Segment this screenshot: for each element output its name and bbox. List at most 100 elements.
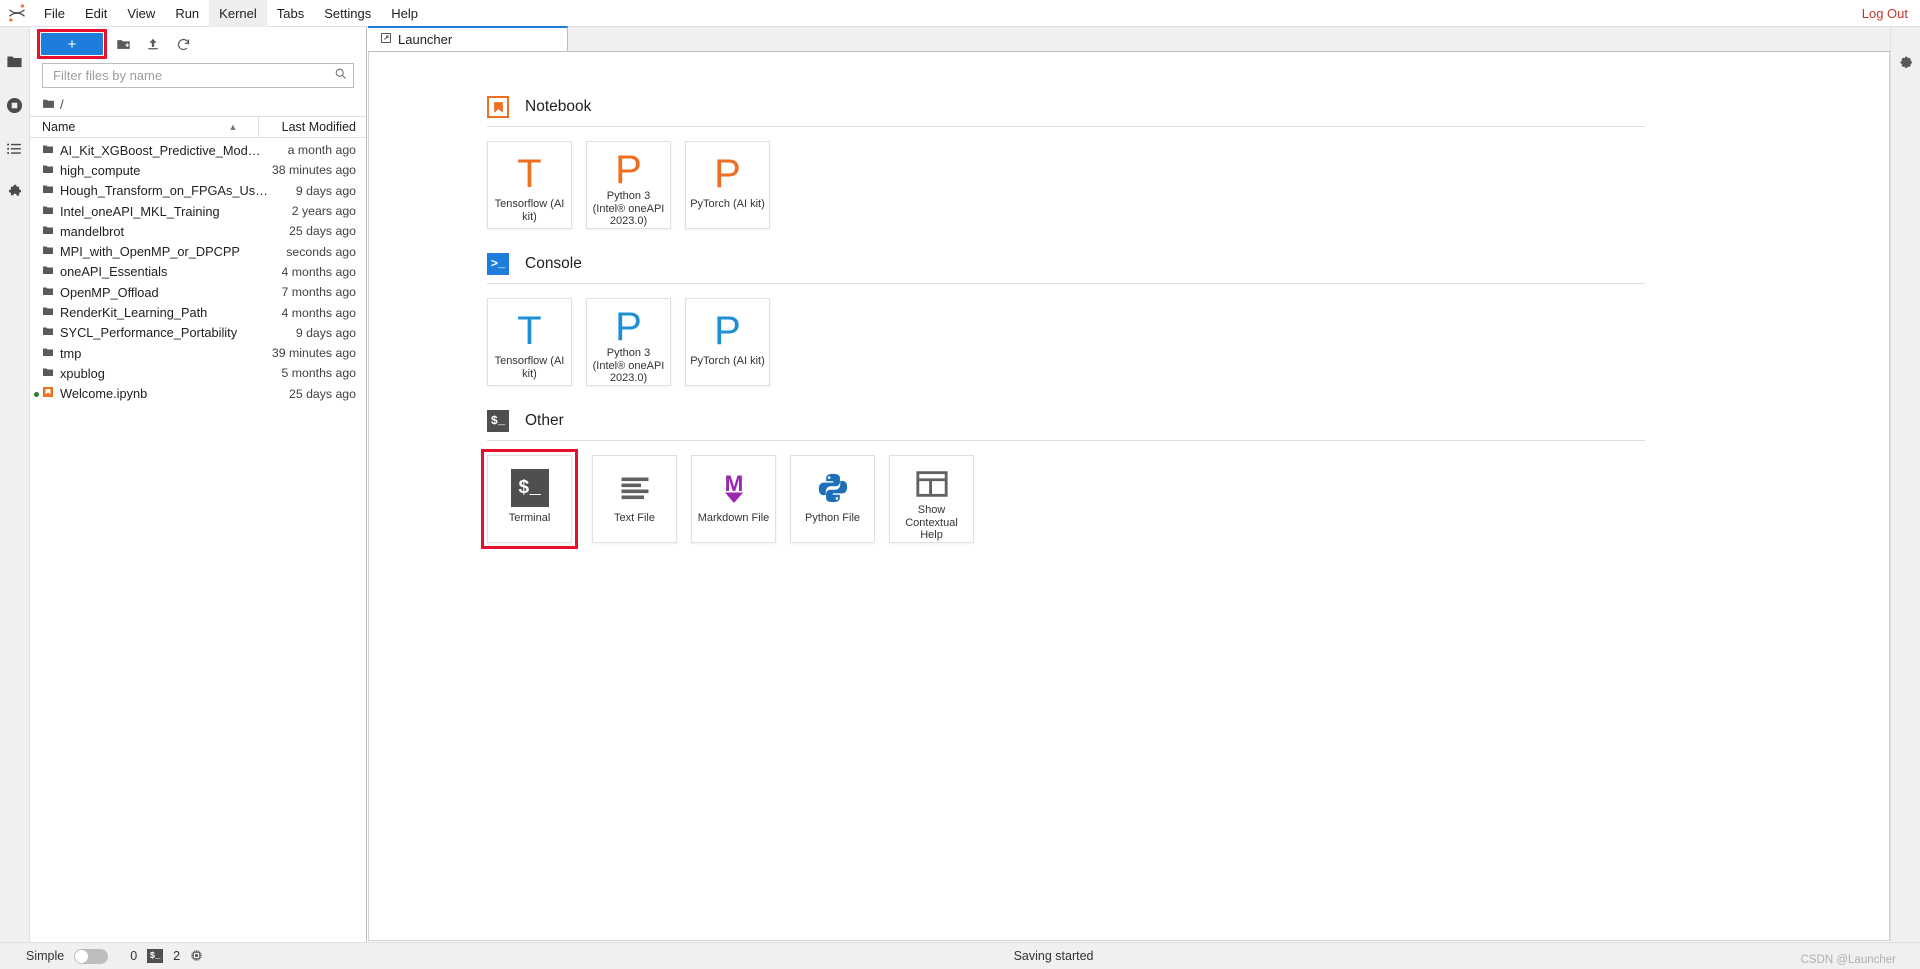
file-name-label: oneAPI_Essentials — [60, 264, 168, 280]
upload-icon[interactable] — [139, 31, 167, 57]
launcher-card[interactable]: Show Contextual Help — [889, 455, 974, 543]
file-name-cell: AI_Kit_XGBoost_Predictive_Modeling — [42, 143, 263, 158]
file-list-item[interactable]: xpublog 5 months ago — [30, 363, 366, 383]
file-list-item[interactable]: RenderKit_Learning_Path 4 months ago — [30, 302, 366, 322]
launcher-card[interactable]: P Python 3 (Intel® oneAPI 2023.0) — [586, 298, 671, 386]
launcher-card-label: PyTorch (AI kit) — [690, 198, 765, 210]
sidebar-item-property-inspector[interactable] — [1891, 39, 1920, 83]
file-name-cell: Intel_oneAPI_MKL_Training — [42, 204, 258, 219]
menu-item-tabs[interactable]: Tabs — [267, 0, 314, 27]
launcher-section-title: Other — [525, 412, 564, 429]
launcher-card-row: T Tensorflow (AI kit) P Python 3 (Intel® on… — [487, 298, 1889, 386]
breadcrumb[interactable]: / — [30, 92, 366, 116]
sidebar-item-file-browser[interactable] — [0, 39, 30, 83]
new-launcher-highlight: + — [37, 29, 107, 59]
launcher-card[interactable]: P Python 3 (Intel® oneAPI 2023.0) — [586, 141, 671, 229]
sort-indicator[interactable]: ▲ — [208, 122, 258, 132]
section-divider — [487, 283, 1645, 284]
sidebar-item-table-of-contents[interactable] — [0, 127, 30, 171]
file-list-item[interactable]: SYCL_Performance_Portability 9 days ago — [30, 323, 366, 343]
column-header-last-modified[interactable]: Last Modified — [258, 116, 366, 138]
file-list-item[interactable]: Hough_Transform_on_FPGAs_Using_on... 9 da… — [30, 181, 366, 201]
file-modified-label: 4 months ago — [281, 305, 356, 320]
tab-launcher[interactable]: Launcher — [368, 26, 568, 51]
launcher-card-label: PyTorch (AI kit) — [690, 355, 765, 367]
file-name-cell: oneAPI_Essentials — [42, 264, 258, 279]
file-list-item[interactable]: mandelbrot 25 days ago — [30, 221, 366, 241]
new-launcher-button[interactable]: + — [41, 33, 103, 55]
launcher-section-header: Notebook — [487, 96, 1889, 126]
file-name-label: tmp — [60, 345, 82, 361]
launcher-card-icon: M — [716, 456, 752, 512]
file-list-item[interactable]: tmp 39 minutes ago — [30, 343, 366, 363]
launcher-card-label: Python File — [804, 512, 861, 524]
launcher-card[interactable]: Text File — [592, 455, 677, 543]
menu-item-view[interactable]: View — [117, 0, 165, 27]
menu-item-run[interactable]: Run — [165, 0, 209, 27]
file-browser-toolbar: + — [30, 27, 366, 59]
console-icon: >_ — [487, 253, 509, 275]
file-list-item[interactable]: AI_Kit_XGBoost_Predictive_Modeling a mont… — [30, 140, 366, 160]
folder-icon — [42, 305, 54, 320]
main-dock-area: Launcher Notebook T Tensorflow (AI kit) P Py… — [368, 26, 1890, 942]
file-name-cell: Hough_Transform_on_FPGAs_Using_on... — [42, 183, 271, 198]
right-activity-bar — [1890, 27, 1920, 942]
launcher-panel: Notebook T Tensorflow (AI kit) P Python 3 (I… — [368, 52, 1890, 941]
terminal-count[interactable]: 2 — [173, 949, 180, 963]
launcher-card-row: T Tensorflow (AI kit) P Python 3 (Intel® on… — [487, 141, 1889, 229]
menu-item-file[interactable]: File — [34, 0, 75, 27]
sidebar-item-running-terminals[interactable] — [0, 83, 30, 127]
terminal-card-highlight: $_ Terminal — [481, 449, 578, 549]
file-name-label: RenderKit_Learning_Path — [60, 305, 208, 321]
file-name-cell: high_compute — [42, 163, 258, 178]
file-list-header: Name ▲ Last Modified — [30, 116, 366, 138]
menu-item-edit[interactable]: Edit — [75, 0, 117, 27]
search-input[interactable] — [51, 67, 334, 84]
file-name-cell: OpenMP_Offload — [42, 285, 258, 300]
running-indicator — [34, 391, 39, 397]
notebook-icon — [487, 96, 509, 118]
simple-mode-label: Simple — [26, 949, 65, 963]
launcher-card-label: Text File — [614, 512, 655, 524]
file-name-cell: SYCL_Performance_Portability — [42, 325, 258, 340]
breadcrumb-folder-icon — [42, 97, 55, 112]
folder-icon — [42, 163, 54, 178]
launcher-card[interactable]: T Tensorflow (AI kit) — [487, 298, 572, 386]
folder-icon — [7, 56, 22, 67]
file-list-item[interactable]: high_compute 38 minutes ago — [30, 160, 366, 180]
file-list-item[interactable]: OpenMP_Offload 7 months ago — [30, 282, 366, 302]
kernel-count[interactable]: 0 — [130, 949, 137, 963]
launcher-card[interactable]: M Markdown File — [691, 455, 776, 543]
file-list-item[interactable]: MPI_with_OpenMP_or_DPCPP seconds ago — [30, 241, 366, 261]
refresh-icon[interactable] — [169, 31, 197, 57]
file-list-item[interactable]: oneAPI_Essentials 4 months ago — [30, 262, 366, 282]
launcher-card[interactable]: P PyTorch (AI kit) — [685, 141, 770, 229]
filter-files-container — [42, 63, 354, 88]
launcher-card-icon: T — [517, 142, 541, 198]
column-header-name[interactable]: Name — [42, 120, 208, 134]
dock-tab-bar: Launcher — [368, 26, 1890, 52]
logout-button[interactable]: Log Out — [1850, 0, 1920, 27]
file-list-item[interactable]: Intel_oneAPI_MKL_Training 2 years ago — [30, 201, 366, 221]
menu-item-help[interactable]: Help — [381, 0, 428, 27]
folder-icon — [42, 366, 54, 381]
launcher-card[interactable]: T Tensorflow (AI kit) — [487, 141, 572, 229]
file-name-label: high_compute — [60, 162, 141, 178]
menu-item-settings[interactable]: Settings — [314, 0, 381, 27]
kernel-letter-icon: T — [517, 152, 542, 196]
cpu-icon[interactable] — [190, 949, 203, 963]
menu-item-kernel[interactable]: Kernel — [209, 0, 267, 27]
launcher-card[interactable]: P PyTorch (AI kit) — [685, 298, 770, 386]
new-folder-icon[interactable] — [109, 31, 137, 57]
launcher-card[interactable]: Python File — [790, 455, 875, 543]
launcher-icon — [380, 32, 392, 47]
file-name-cell: tmp — [42, 346, 258, 361]
status-bar: Simple 0 $_ 2 Saving started CSDN @Launc… — [0, 942, 1920, 969]
file-list-item[interactable]: Welcome.ipynb 25 days ago — [30, 384, 366, 404]
left-activity-bar — [0, 27, 30, 942]
folder-icon — [42, 264, 54, 279]
gear-icon — [1900, 56, 1912, 68]
sidebar-item-extension-manager[interactable] — [0, 171, 30, 215]
simple-mode-toggle[interactable] — [74, 948, 109, 964]
launcher-card[interactable]: $_ Terminal — [487, 455, 572, 543]
